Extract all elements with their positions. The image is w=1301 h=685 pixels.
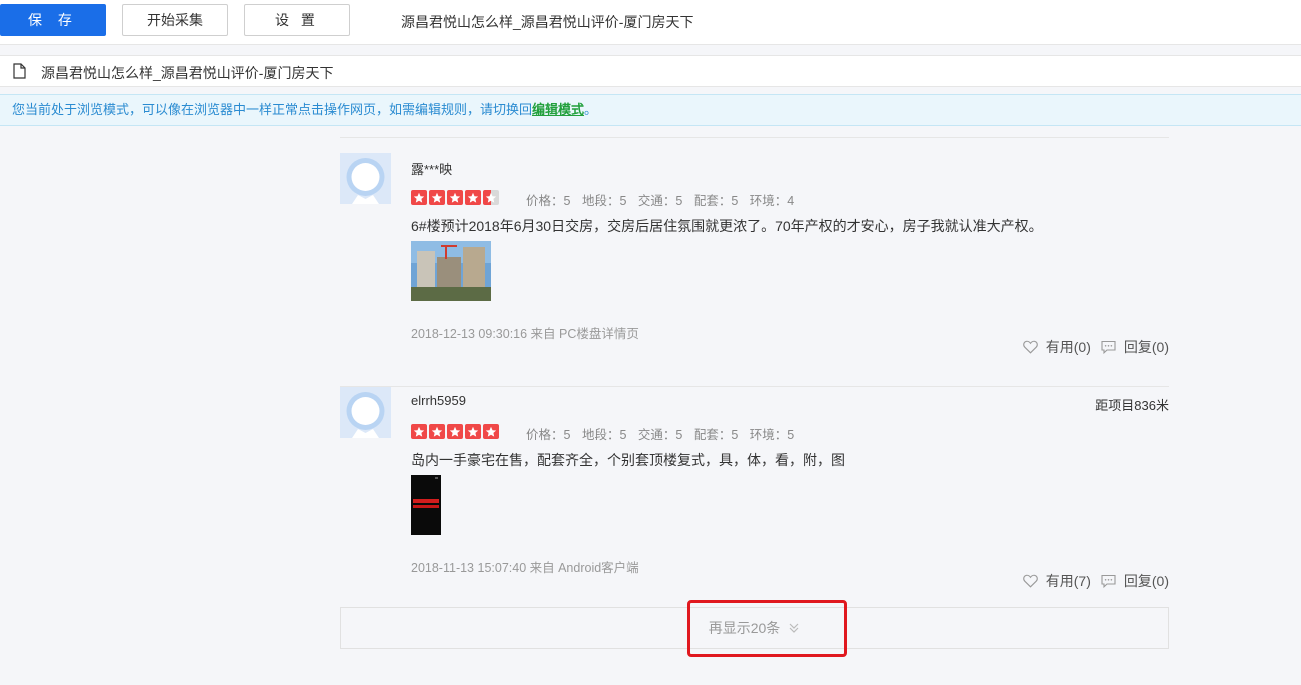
star-icon <box>429 424 445 439</box>
reply-button[interactable]: 回复(0) <box>1101 337 1169 357</box>
heart-icon <box>1022 340 1038 354</box>
notice-text: 您当前处于浏览模式，可以像在浏览器中一样正常点击操作网页，如需编辑规则，请切换回 <box>12 102 533 117</box>
divider <box>340 137 1169 138</box>
useful-button[interactable]: 有用(0) <box>1022 337 1091 357</box>
review-meta: 2018-11-13 15:07:40 来自 Android客户端 <box>411 561 639 575</box>
star-icon <box>447 190 463 205</box>
score-environment: 环境：4 <box>749 194 795 208</box>
url-bar: 源昌君悦山怎么样_源昌君悦山评价-厦门房天下 <box>0 55 1301 87</box>
reply-button[interactable]: 回复(0) <box>1101 571 1169 591</box>
review-item: 露***映 价格：5 地段：5 交通：5 配套：5 环境：4 6#楼预计2018… <box>340 151 1169 387</box>
score-facilities: 配套：5 <box>693 194 739 208</box>
reviews-section: 露***映 价格：5 地段：5 交通：5 配套：5 环境：4 6#楼预计2018… <box>340 137 1169 685</box>
default-avatar-icon <box>340 153 391 204</box>
review-actions: 有用(7) 回复(0) <box>1013 571 1169 591</box>
score-transport: 交通：5 <box>637 194 683 208</box>
score-facilities: 配套：5 <box>693 428 739 442</box>
review-actions: 有用(0) 回复(0) <box>1013 337 1169 357</box>
default-avatar-icon <box>340 387 391 438</box>
review-meta: 2018-12-13 09:30:16 来自 PC楼盘详情页 <box>411 327 639 341</box>
useful-count: 有用(7) <box>1045 573 1091 589</box>
distance-label: 距项目836米 <box>1095 398 1169 413</box>
review-username[interactable]: 露***映 <box>411 159 452 178</box>
half-star-icon <box>483 190 499 205</box>
notice-text-end: 。 <box>584 102 598 117</box>
reply-count: 回复(0) <box>1123 573 1169 589</box>
start-collect-button[interactable]: 开始采集 <box>122 4 228 36</box>
star-icon <box>465 424 481 439</box>
rating-stars <box>411 190 499 205</box>
save-button[interactable]: 保 存 <box>0 4 106 36</box>
comment-icon <box>1101 340 1116 354</box>
settings-button[interactable]: 设 置 <box>244 4 350 36</box>
star-icon <box>447 424 463 439</box>
review-photo[interactable] <box>411 475 441 535</box>
score-environment: 环境：5 <box>749 428 795 442</box>
browse-mode-notice: 您当前处于浏览模式，可以像在浏览器中一样正常点击操作网页，如需编辑规则，请切换回… <box>0 94 1301 126</box>
score-location: 地段：5 <box>581 428 627 442</box>
heart-icon <box>1022 574 1038 588</box>
review-item: elrrh5959 距项目836米 价格：5 地段：5 交通：5 配套：5 环境… <box>340 385 1169 607</box>
highlight-annotation-box <box>687 600 847 657</box>
top-toolbar: 保 存 开始采集 设 置 源昌君悦山怎么样_源昌君悦山评价-厦门房天下 <box>0 0 1301 45</box>
score-transport: 交通：5 <box>637 428 683 442</box>
star-icon <box>465 190 481 205</box>
star-icon <box>411 190 427 205</box>
avatar[interactable] <box>340 387 391 438</box>
score-price: 价格：5 <box>526 428 571 442</box>
review-photo[interactable] <box>411 241 491 301</box>
star-icon <box>429 190 445 205</box>
page-title: 源昌君悦山怎么样_源昌君悦山评价-厦门房天下 <box>401 14 694 30</box>
score-details: 价格：5 地段：5 交通：5 配套：5 环境：5 <box>526 424 802 443</box>
reply-count: 回复(0) <box>1123 339 1169 355</box>
score-price: 价格：5 <box>526 194 571 208</box>
useful-button[interactable]: 有用(7) <box>1022 571 1091 591</box>
avatar[interactable] <box>340 153 391 204</box>
star-icon <box>411 424 427 439</box>
score-location: 地段：5 <box>581 194 627 208</box>
rating-stars <box>411 424 499 439</box>
useful-count: 有用(0) <box>1045 339 1091 355</box>
url-title: 源昌君悦山怎么样_源昌君悦山评价-厦门房天下 <box>41 65 334 81</box>
comment-icon <box>1101 574 1116 588</box>
score-details: 价格：5 地段：5 交通：5 配套：5 环境：4 <box>526 190 802 209</box>
review-text: 岛内一手豪宅在售，配套齐全，个别套顶楼复式，具，体，看，附，图 <box>411 452 845 468</box>
star-icon <box>483 424 499 439</box>
document-icon <box>13 63 26 79</box>
review-username[interactable]: elrrh5959 <box>411 393 466 408</box>
edit-mode-link[interactable]: 编辑模式 <box>532 102 584 117</box>
review-text: 6#楼预计2018年6月30日交房，交房后居住氛围就更浓了。70年产权的才安心，… <box>411 218 1043 234</box>
